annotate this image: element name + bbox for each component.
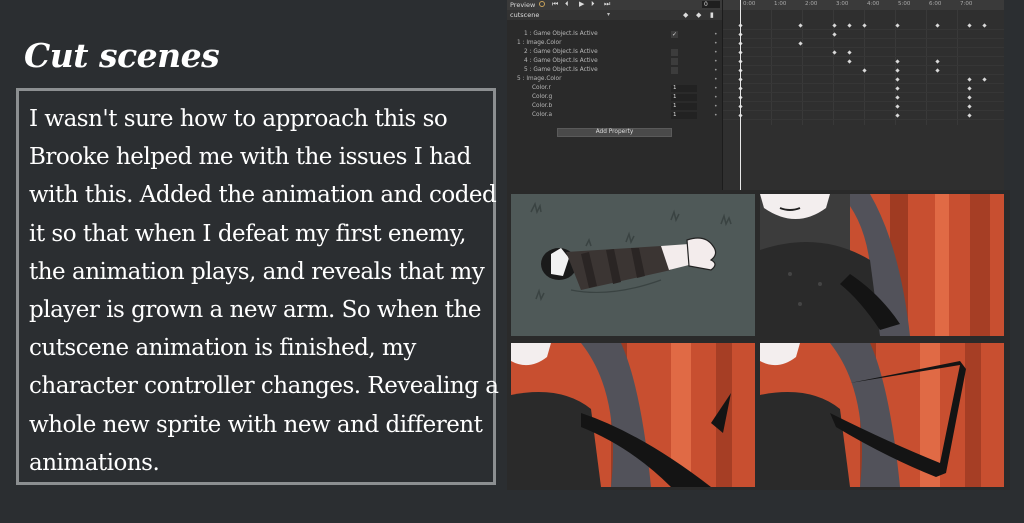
property-label: Color.b: [532, 103, 553, 109]
cutscene-frames: [507, 190, 1010, 490]
grid-line: [723, 29, 1004, 30]
property-row[interactable]: Color.a 1 •: [510, 111, 720, 120]
grid-line: [723, 92, 1004, 93]
cutscene-frame-3: [511, 343, 755, 487]
timeline-tick: 0:00: [743, 1, 756, 7]
property-checkbox[interactable]: [671, 67, 678, 74]
property-row[interactable]: Color.g 1 •: [510, 93, 720, 102]
first-frame-icon[interactable]: ⏮: [552, 0, 558, 9]
property-row[interactable]: 5 : Image.Color •: [510, 75, 720, 84]
record-icon[interactable]: [539, 1, 545, 7]
preview-toggle[interactable]: Preview: [510, 1, 535, 9]
property-label: 1 : Game Object.Is Active: [524, 31, 598, 37]
menu-icon[interactable]: •: [714, 84, 718, 93]
property-value[interactable]: 1: [671, 112, 697, 119]
next-frame-icon[interactable]: ⏵: [591, 0, 595, 9]
property-row[interactable]: 4 : Game Object.Is Active •: [510, 57, 720, 66]
grid-line: [723, 74, 1004, 75]
frame-field[interactable]: 0: [702, 1, 720, 8]
timeline-tick: 4:00: [867, 1, 880, 7]
property-row[interactable]: 1 : Game Object.Is Active ✓ •: [510, 30, 720, 39]
grid-line: [723, 110, 1004, 111]
description-text: I wasn't sure how to approach this so Br…: [29, 106, 499, 476]
property-label: 1 : Image.Color: [517, 40, 562, 46]
cutscene-frame-2: [760, 194, 1004, 336]
menu-icon[interactable]: •: [714, 111, 718, 120]
timeline-tick: 5:00: [898, 1, 911, 7]
property-label: 5 : Image.Color: [517, 76, 562, 82]
play-icon[interactable]: ▶: [579, 0, 584, 8]
prev-frame-icon[interactable]: ⏴: [565, 0, 569, 9]
property-value[interactable]: 1: [671, 103, 697, 110]
property-row[interactable]: 2 : Game Object.Is Active •: [510, 48, 720, 57]
grid-line: [926, 10, 927, 125]
add-keyframe-icon[interactable]: ◆: [683, 11, 688, 19]
property-value[interactable]: 1: [671, 85, 697, 92]
grid-line: [723, 56, 1004, 57]
grid-line: [723, 83, 1004, 84]
property-label: 4 : Game Object.Is Active: [524, 58, 598, 64]
property-label: Color.g: [532, 94, 553, 100]
playhead[interactable]: [740, 0, 741, 190]
property-label: 2 : Game Object.Is Active: [524, 49, 598, 55]
timeline-tick: 7:00: [960, 1, 973, 7]
add-property-button[interactable]: Add Property: [557, 128, 672, 137]
last-frame-icon[interactable]: ⏭: [604, 0, 610, 9]
property-row[interactable]: 5 : Game Object.Is Active •: [510, 66, 720, 75]
timeline-tick: 3:00: [836, 1, 849, 7]
property-checkbox[interactable]: ✓: [671, 31, 678, 38]
clip-dropdown[interactable]: cutscene: [510, 11, 539, 19]
grid-line: [723, 65, 1004, 66]
property-row[interactable]: 1 : Image.Color •: [510, 39, 720, 48]
menu-icon[interactable]: •: [714, 30, 718, 39]
chevron-down-icon: ▾: [607, 11, 611, 18]
property-label: Color.r: [532, 85, 551, 91]
grid-line: [723, 38, 1004, 39]
filter-icon[interactable]: ▮: [710, 11, 714, 19]
menu-icon[interactable]: •: [714, 48, 718, 57]
menu-icon[interactable]: •: [714, 93, 718, 102]
timeline-tick: 6:00: [929, 1, 942, 7]
menu-icon[interactable]: •: [714, 102, 718, 111]
add-event-icon[interactable]: ◆: [696, 11, 701, 19]
property-row[interactable]: Color.r 1 •: [510, 84, 720, 93]
grid-line: [957, 10, 958, 125]
page-title: Cut scenes: [24, 36, 220, 75]
grid-line: [723, 47, 1004, 48]
forest-character-new-arm-illustration: [760, 343, 1004, 487]
menu-icon[interactable]: •: [714, 66, 718, 75]
grass-arm-illustration: [511, 194, 755, 336]
property-value[interactable]: 1: [671, 94, 697, 101]
timeline-tick: 1:00: [774, 1, 787, 7]
property-label: Color.a: [532, 112, 552, 118]
timeline-tick: 2:00: [805, 1, 818, 7]
property-checkbox[interactable]: [671, 49, 678, 56]
grid-line: [723, 119, 1004, 120]
menu-icon[interactable]: •: [714, 57, 718, 66]
property-row[interactable]: Color.b 1 •: [510, 102, 720, 111]
menu-icon[interactable]: •: [714, 75, 718, 84]
grid-line: [771, 10, 772, 125]
forest-character-arm-illustration: [511, 343, 755, 487]
property-label: 5 : Game Object.Is Active: [524, 67, 598, 73]
animation-window: Preview ⏮ ⏴ ▶ ⏵ ⏭ 0 cutscene ▾ ◆ ◆ ▮ 1 :…: [507, 0, 1004, 190]
forest-character-illustration: [760, 194, 1004, 336]
description-box: I wasn't sure how to approach this so Br…: [16, 88, 499, 485]
grid-line: [802, 10, 803, 125]
cutscene-frame-4: [760, 343, 1004, 487]
grid-line: [723, 101, 1004, 102]
menu-icon[interactable]: •: [714, 39, 718, 48]
cutscene-frame-1: [511, 194, 755, 336]
property-checkbox[interactable]: [671, 58, 678, 65]
